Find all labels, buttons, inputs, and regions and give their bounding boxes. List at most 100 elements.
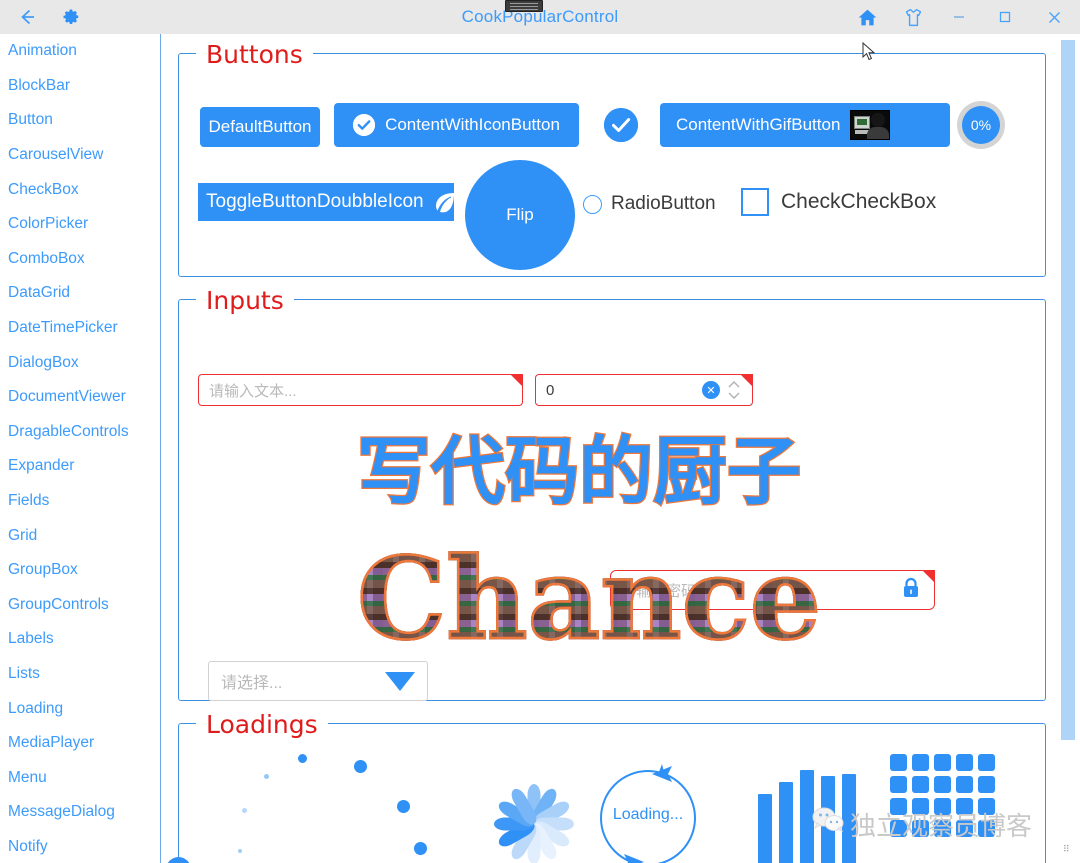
sidebar-item-menu[interactable]: Menu bbox=[0, 760, 160, 795]
watermark-text: 独立观察员博客 bbox=[850, 812, 1033, 842]
leaf-icon bbox=[432, 189, 458, 215]
validation-error-marker bbox=[922, 570, 935, 583]
sidebar-item-label: DialogBox bbox=[8, 353, 79, 371]
sidebar-item-messagedialog[interactable]: MessageDialog bbox=[0, 795, 160, 830]
checkbox-square-icon[interactable] bbox=[741, 188, 769, 216]
sidebar-item-colorpicker[interactable]: ColorPicker bbox=[0, 207, 160, 242]
sidebar-item-label: CheckBox bbox=[8, 180, 79, 198]
sidebar-item-label: DocumentViewer bbox=[8, 388, 126, 406]
flip-button[interactable]: Flip bbox=[465, 160, 575, 270]
radio-circle-icon bbox=[583, 194, 602, 214]
home-icon[interactable] bbox=[844, 0, 890, 34]
radio-button-label: RadioButton bbox=[611, 193, 716, 214]
chevron-down-icon[interactable] bbox=[385, 671, 415, 691]
content-with-gif-button-label: ContentWithGifButton bbox=[676, 115, 841, 134]
sidebar-item-label: Expander bbox=[8, 457, 75, 475]
sidebar-item-label: ColorPicker bbox=[8, 215, 89, 233]
minimize-button[interactable] bbox=[936, 0, 982, 34]
sidebar-item-fields[interactable]: Fields bbox=[0, 484, 160, 519]
content-with-gif-button[interactable]: ContentWithGifButton bbox=[660, 103, 950, 147]
sidebar-item-groupbox[interactable]: GroupBox bbox=[0, 553, 160, 588]
sidebar-item-mediaplayer[interactable]: MediaPlayer bbox=[0, 726, 160, 761]
sidebar-item-label: Fields bbox=[8, 492, 50, 510]
sidebar-item-label: Menu bbox=[8, 768, 47, 786]
sidebar-item-grid[interactable]: Grid bbox=[0, 518, 160, 553]
sidebar-item-labels[interactable]: Labels bbox=[0, 622, 160, 657]
sidebar-item-datetimepicker[interactable]: DateTimePicker bbox=[0, 311, 160, 346]
combobox-placeholder: 请选择... bbox=[221, 675, 283, 692]
sidebar-item-label: Notify bbox=[8, 837, 48, 855]
check-checkbox[interactable]: CheckCheckBox bbox=[741, 188, 936, 216]
maximize-button[interactable] bbox=[982, 0, 1028, 34]
toggle-button-label: ToggleButtonDoubbleIcon bbox=[206, 191, 424, 212]
content-with-icon-button[interactable]: ContentWithIconButton bbox=[334, 103, 579, 147]
gear-icon[interactable] bbox=[56, 0, 86, 34]
sidebar-item-label: ComboBox bbox=[8, 249, 85, 267]
plane-ring-spinner: Loading... bbox=[600, 764, 696, 863]
groupbox-buttons: Buttons DefaultButton ContentWithIconBut… bbox=[178, 40, 1046, 277]
sidebar-item-expander[interactable]: Expander bbox=[0, 449, 160, 484]
decorated-text-chinese: 写代码的厨子 bbox=[356, 429, 803, 515]
sidebar-item-lists[interactable]: Lists bbox=[0, 657, 160, 692]
validation-error-marker bbox=[510, 374, 523, 387]
check-checkbox-label: CheckCheckBox bbox=[781, 190, 937, 213]
lock-icon[interactable] bbox=[898, 575, 924, 605]
sidebar-item-carouselview[interactable]: CarouselView bbox=[0, 138, 160, 173]
window-tab-preview[interactable] bbox=[505, 0, 543, 12]
sidebar-item-label: DragableControls bbox=[8, 422, 129, 440]
sidebar-item-combobox[interactable]: ComboBox bbox=[0, 242, 160, 277]
sidebar-item-documentviewer[interactable]: DocumentViewer bbox=[0, 380, 160, 415]
sidebar-item-label: MessageDialog bbox=[8, 803, 115, 821]
text-input[interactable]: 请输入文本... bbox=[198, 374, 523, 406]
sidebar-item-button[interactable]: Button bbox=[0, 103, 160, 138]
default-button-label: DefaultButton bbox=[208, 117, 312, 136]
sidebar-item-dragablecontrols[interactable]: DragableControls bbox=[0, 415, 160, 450]
content-area: Buttons DefaultButton ContentWithIconBut… bbox=[161, 34, 1060, 863]
sidebar-item-label: DataGrid bbox=[8, 284, 71, 302]
groupbox-inputs-title: Inputs bbox=[196, 286, 294, 316]
sidebar-item-animation[interactable]: Animation bbox=[0, 34, 160, 69]
sidebar-item-label: DateTimePicker bbox=[8, 319, 118, 337]
default-button[interactable]: DefaultButton bbox=[200, 107, 320, 147]
computer-gif-icon bbox=[850, 110, 891, 140]
back-arrow-icon[interactable] bbox=[12, 0, 42, 34]
combobox[interactable]: 请选择... bbox=[208, 661, 428, 701]
sidebar-item-label: CarouselView bbox=[8, 146, 104, 164]
wechat-icon bbox=[812, 806, 846, 843]
sidebar-item-notify[interactable]: Notify bbox=[0, 830, 160, 863]
number-input-value: 0 bbox=[546, 381, 555, 399]
sidebar-item-datagrid[interactable]: DataGrid bbox=[0, 276, 160, 311]
resize-grip[interactable]: ⠿ bbox=[1063, 845, 1075, 859]
mouse-cursor bbox=[862, 42, 876, 61]
sidebar-item-groupcontrols[interactable]: GroupControls bbox=[0, 588, 160, 623]
sidebar: Animation BlockBar Button CarouselView C… bbox=[0, 34, 160, 863]
sidebar-item-label: MediaPlayer bbox=[8, 734, 95, 752]
sidebar-item-label: Button bbox=[8, 111, 53, 129]
sidebar-item-dialogbox[interactable]: DialogBox bbox=[0, 345, 160, 380]
sidebar-item-label: Animation bbox=[8, 42, 77, 60]
radio-button[interactable]: RadioButton bbox=[583, 193, 716, 215]
groupbox-buttons-title: Buttons bbox=[196, 40, 313, 70]
sidebar-item-loading[interactable]: Loading bbox=[0, 691, 160, 726]
close-button[interactable] bbox=[1028, 0, 1080, 34]
sidebar-item-blockbar[interactable]: BlockBar bbox=[0, 69, 160, 104]
decorated-text-chance: Chance bbox=[356, 534, 823, 665]
flip-button-label: Flip bbox=[506, 205, 534, 224]
scrollbar-thumb[interactable] bbox=[1061, 40, 1075, 740]
toggle-button-doubble-icon[interactable]: ToggleButtonDoubbleIcon bbox=[198, 183, 454, 221]
check-circle-icon-button[interactable] bbox=[604, 108, 638, 142]
sidebar-item-checkbox[interactable]: CheckBox bbox=[0, 172, 160, 207]
sidebar-item-label: BlockBar bbox=[8, 76, 71, 94]
sidebar-item-label: Lists bbox=[8, 664, 40, 682]
plane-ring-label: Loading... bbox=[612, 806, 684, 823]
content-with-icon-button-label: ContentWithIconButton bbox=[385, 115, 560, 134]
progress-ring: 0% bbox=[957, 101, 1005, 149]
text-input-placeholder: 请输入文本... bbox=[209, 382, 297, 400]
number-input[interactable]: 0 ✕ bbox=[535, 374, 753, 406]
daisy-spinner bbox=[478, 768, 590, 863]
sidebar-item-label: Labels bbox=[8, 630, 54, 648]
groupbox-buttons-frame bbox=[178, 53, 1046, 277]
tshirt-icon[interactable] bbox=[890, 0, 936, 34]
clear-circle-icon[interactable]: ✕ bbox=[702, 381, 720, 399]
progress-ring-value: 0% bbox=[962, 106, 1000, 144]
